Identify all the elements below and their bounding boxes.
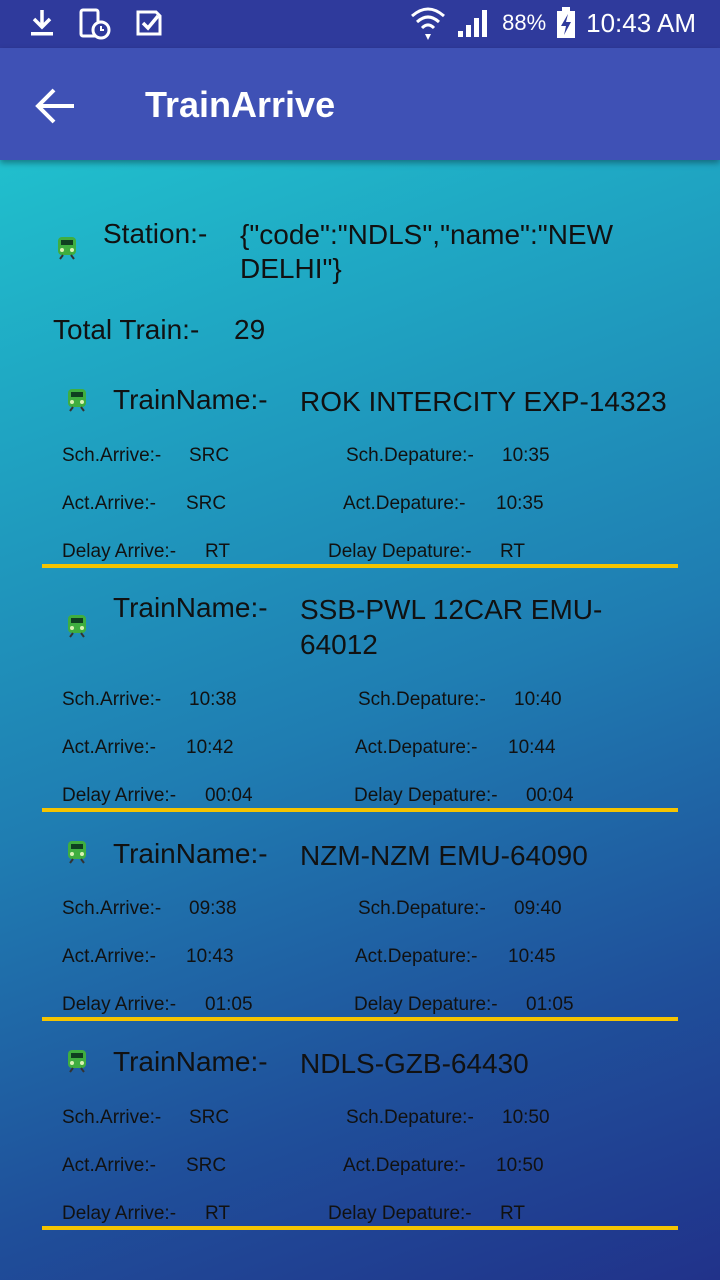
sch-depature-label: Sch.Depature:-: [358, 898, 486, 919]
act-arrive-label: Act.Arrive:-: [62, 946, 156, 967]
sch-arrive-label: Sch.Arrive:-: [62, 898, 162, 919]
delay-depature-value: 01:05: [526, 994, 574, 1015]
act-arrive-value: SRC: [186, 493, 227, 514]
delay-depature-value: RT: [500, 1203, 525, 1224]
train-name-value: NZM-NZM EMU-64090: [300, 840, 588, 871]
sch-depature-value: 09:40: [514, 898, 562, 919]
act-depature-label: Act.Depature:-: [355, 737, 478, 758]
train-name-label: TrainName:-: [113, 592, 268, 623]
train-icon: [68, 1050, 86, 1073]
battery-percent: 88%: [502, 10, 547, 35]
train-icon: [68, 615, 86, 638]
card-divider: [42, 808, 678, 812]
sch-depature-label: Sch.Depature:-: [346, 445, 474, 466]
sch-depature-label: Sch.Depature:-: [346, 1107, 474, 1128]
train-name-label: TrainName:-: [113, 384, 268, 415]
train-name-value: ROK INTERCITY EXP-14323: [300, 386, 667, 417]
train-name-label: TrainName:-: [113, 838, 268, 869]
sch-arrive-value: 10:38: [189, 689, 237, 710]
act-depature-label: Act.Depature:-: [343, 493, 466, 514]
train-icon: [58, 237, 76, 260]
act-depature-value: 10:44: [508, 737, 556, 758]
act-arrive-label: Act.Arrive:-: [62, 737, 156, 758]
train-name-label: TrainName:-: [113, 1046, 268, 1077]
delay-arrive-value: 01:05: [205, 994, 253, 1015]
delay-arrive-label: Delay Arrive:-: [62, 785, 177, 806]
wifi-icon: [411, 7, 446, 40]
act-arrive-value: 10:42: [186, 737, 234, 758]
act-depature-label: Act.Depature:-: [355, 946, 478, 967]
app-bar: TrainArrive: [0, 48, 720, 160]
card-divider: [42, 564, 678, 568]
total-train-value: 29: [234, 314, 266, 345]
total-train-label: Total Train:-: [53, 314, 200, 345]
delay-arrive-value: 00:04: [205, 785, 253, 806]
delay-depature-value: RT: [500, 541, 525, 562]
act-arrive-label: Act.Arrive:-: [62, 493, 156, 514]
download-icon: [31, 10, 53, 36]
sch-arrive-label: Sch.Arrive:-: [62, 1107, 162, 1128]
sch-arrive-label: Sch.Arrive:-: [62, 445, 162, 466]
act-arrive-value: 10:43: [186, 946, 234, 967]
train-name-value: NDLS-GZB-64430: [300, 1048, 529, 1079]
station-label: Station:-: [103, 218, 208, 249]
delay-arrive-value: RT: [205, 541, 230, 562]
delay-depature-label: Delay Depature:-: [328, 1203, 472, 1224]
signal-icon: [458, 10, 488, 37]
checklist-icon: [136, 10, 162, 36]
phone-clock-icon: [79, 8, 111, 40]
sch-depature-value: 10:35: [502, 445, 550, 466]
back-arrow-icon[interactable]: [34, 84, 78, 128]
app-title: TrainArrive: [145, 84, 336, 125]
act-depature-value: 10:50: [496, 1155, 544, 1176]
delay-arrive-label: Delay Arrive:-: [62, 541, 177, 562]
card-divider: [42, 1017, 678, 1021]
sch-depature-value: 10:50: [502, 1107, 550, 1128]
sch-arrive-label: Sch.Arrive:-: [62, 689, 162, 710]
train-icon: [68, 389, 86, 412]
delay-depature-label: Delay Depature:-: [354, 994, 498, 1015]
delay-arrive-label: Delay Arrive:-: [62, 1203, 177, 1224]
sch-depature-value: 10:40: [514, 689, 562, 710]
delay-arrive-value: RT: [205, 1203, 230, 1224]
sch-arrive-value: SRC: [189, 445, 230, 466]
act-depature-label: Act.Depature:-: [343, 1155, 466, 1176]
delay-depature-label: Delay Depature:-: [328, 541, 472, 562]
station-value: {"code":"NDLS","name":"NEW DELHI"}: [240, 219, 614, 284]
act-arrive-value: SRC: [186, 1155, 227, 1176]
act-depature-value: 10:35: [496, 493, 544, 514]
act-arrive-label: Act.Arrive:-: [62, 1155, 156, 1176]
sch-depature-label: Sch.Depature:-: [358, 689, 486, 710]
battery-charging-icon: [557, 7, 576, 38]
delay-depature-value: 00:04: [526, 785, 574, 806]
delay-depature-label: Delay Depature:-: [354, 785, 498, 806]
status-bar: 88% 10:43 AM: [0, 0, 720, 48]
delay-arrive-label: Delay Arrive:-: [62, 994, 177, 1015]
clock: 10:43 AM: [586, 7, 696, 38]
train-icon: [68, 841, 86, 864]
sch-arrive-value: 09:38: [189, 898, 237, 919]
train-name-value: SSB-PWL 12CAR EMU-64012: [300, 594, 603, 660]
card-divider: [42, 1226, 678, 1230]
sch-arrive-value: SRC: [189, 1107, 230, 1128]
act-depature-value: 10:45: [508, 946, 556, 967]
